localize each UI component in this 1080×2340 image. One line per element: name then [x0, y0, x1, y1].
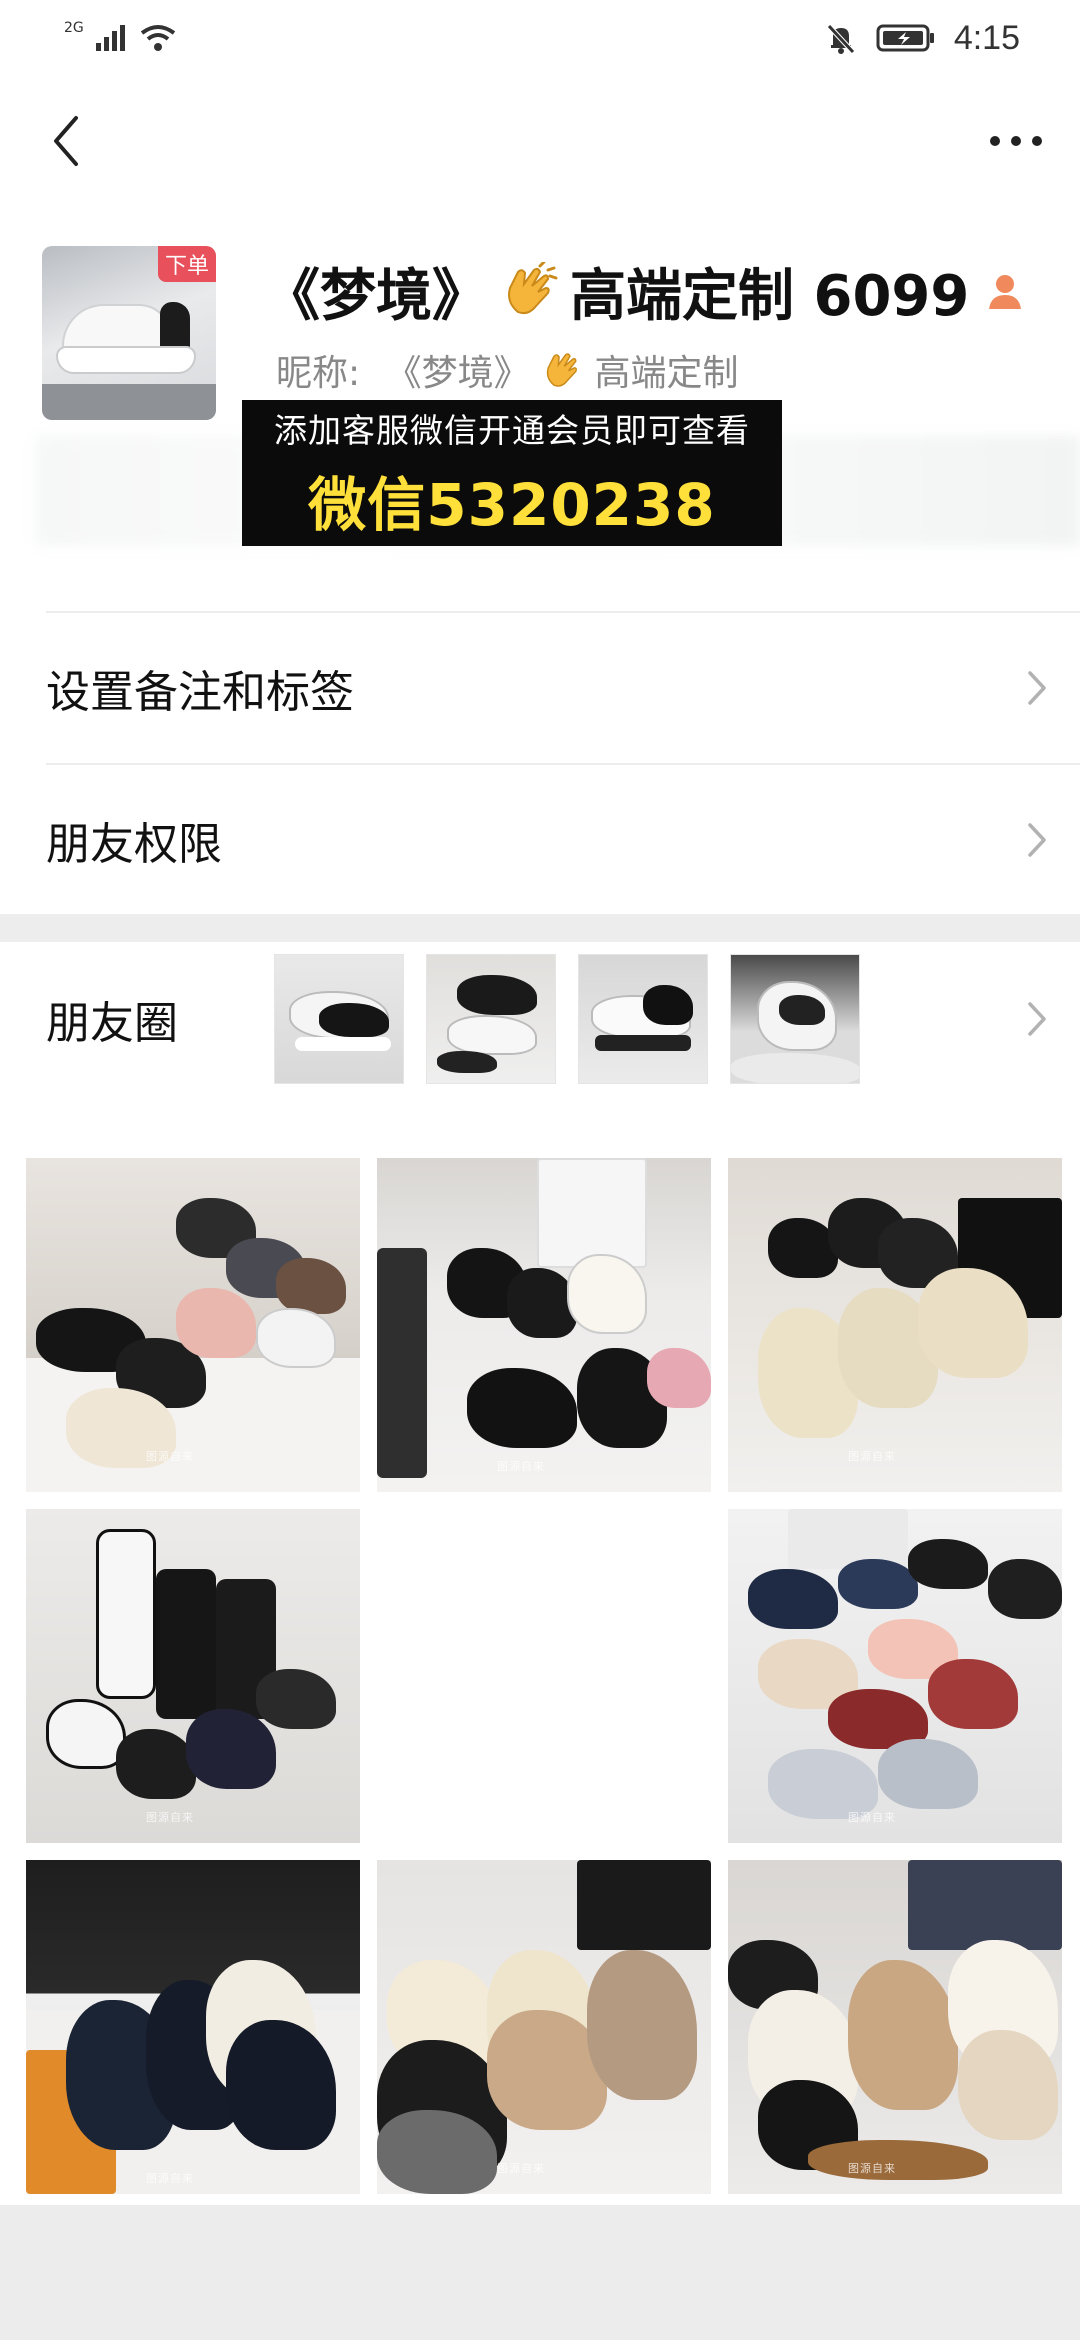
moment-thumb: [274, 954, 404, 1084]
signal-icon: [95, 25, 125, 51]
moments-label: 朋友圈: [46, 998, 178, 1049]
status-left: 2G: [64, 20, 178, 53]
bell-muted-icon: [826, 24, 855, 54]
order-badge: 下单: [158, 246, 216, 282]
back-button[interactable]: [36, 106, 96, 176]
moments-thumbnails: [274, 954, 1026, 1084]
section-gap: [0, 914, 1080, 942]
status-bar: 2G 4:15: [0, 0, 1080, 76]
name-prefix: 《梦境》: [264, 263, 488, 329]
remark-tags-row[interactable]: 设置备注和标签: [0, 613, 1080, 763]
moment-thumb: [426, 954, 556, 1084]
display-name: 《梦境》 高端定制 6099: [264, 256, 1025, 329]
grid-photo[interactable]: 图源自来: [377, 1860, 711, 2194]
promo-banner: 添加客服微信开通会员即可查看 微信5320238: [242, 400, 782, 546]
nav-bar: [0, 96, 1080, 186]
moments-photo-grid: 图源自来 图源自来 图源自来 图源自来 图源自来 图源自来 图源自来 图源自来: [26, 1158, 1062, 2194]
status-right: 4:15: [824, 19, 1020, 58]
chevron-right-icon: [1028, 1002, 1046, 1036]
friend-permissions-label: 朋友权限: [46, 819, 222, 870]
battery-icon: [876, 24, 934, 52]
friend-permissions-row[interactable]: 朋友权限: [0, 765, 1080, 915]
moment-thumb: [578, 954, 708, 1084]
grid-photo[interactable]: 图源自来: [377, 1158, 711, 1492]
chevron-right-icon: [1028, 823, 1046, 857]
nickname: 昵称: 《梦境》 高端定制: [276, 344, 739, 396]
grid-photo[interactable]: 图源自来: [728, 1860, 1062, 2194]
nickname-label: 昵称:: [276, 353, 361, 394]
clapping-hands-emoji-small: [546, 353, 578, 387]
female-icon: [989, 275, 1022, 309]
promo-wechat-id: 微信5320238: [308, 471, 716, 539]
chevron-right-icon: [1028, 671, 1046, 705]
remark-tags-label: 设置备注和标签: [46, 667, 354, 718]
chevron-left-icon: [54, 116, 78, 166]
profile-header: 下单 《梦境》 高端定制 6099 昵称: 《梦境》 高端定制 添加客服微信开通…: [0, 246, 1080, 611]
grid-photo-empty: [377, 1509, 711, 1843]
network-type: 2G: [64, 20, 84, 36]
nickname-suffix: 高端定制: [594, 353, 739, 394]
more-button[interactable]: [986, 106, 1046, 176]
name-suffix: 高端定制 6099: [570, 263, 970, 329]
bottom-area: [0, 2205, 1080, 2340]
grid-photo[interactable]: 图源自来: [26, 1509, 360, 1843]
nickname-prefix: 《梦境》: [385, 353, 530, 394]
promo-text: 添加客服微信开通会员即可查看: [274, 411, 750, 450]
moment-thumb: [730, 954, 860, 1084]
moments-row[interactable]: 朋友圈: [0, 942, 1080, 1096]
more-dots-icon: [990, 136, 1042, 146]
clapping-hands-emoji: [508, 262, 558, 315]
grid-photo[interactable]: 图源自来: [26, 1860, 360, 2194]
grid-photo[interactable]: 图源自来: [26, 1158, 360, 1492]
clock: 4:15: [953, 18, 1020, 57]
grid-photo[interactable]: 图源自来: [728, 1509, 1062, 1843]
wifi-icon: [140, 25, 175, 51]
avatar[interactable]: 下单: [42, 246, 216, 420]
grid-photo[interactable]: 图源自来: [728, 1158, 1062, 1492]
